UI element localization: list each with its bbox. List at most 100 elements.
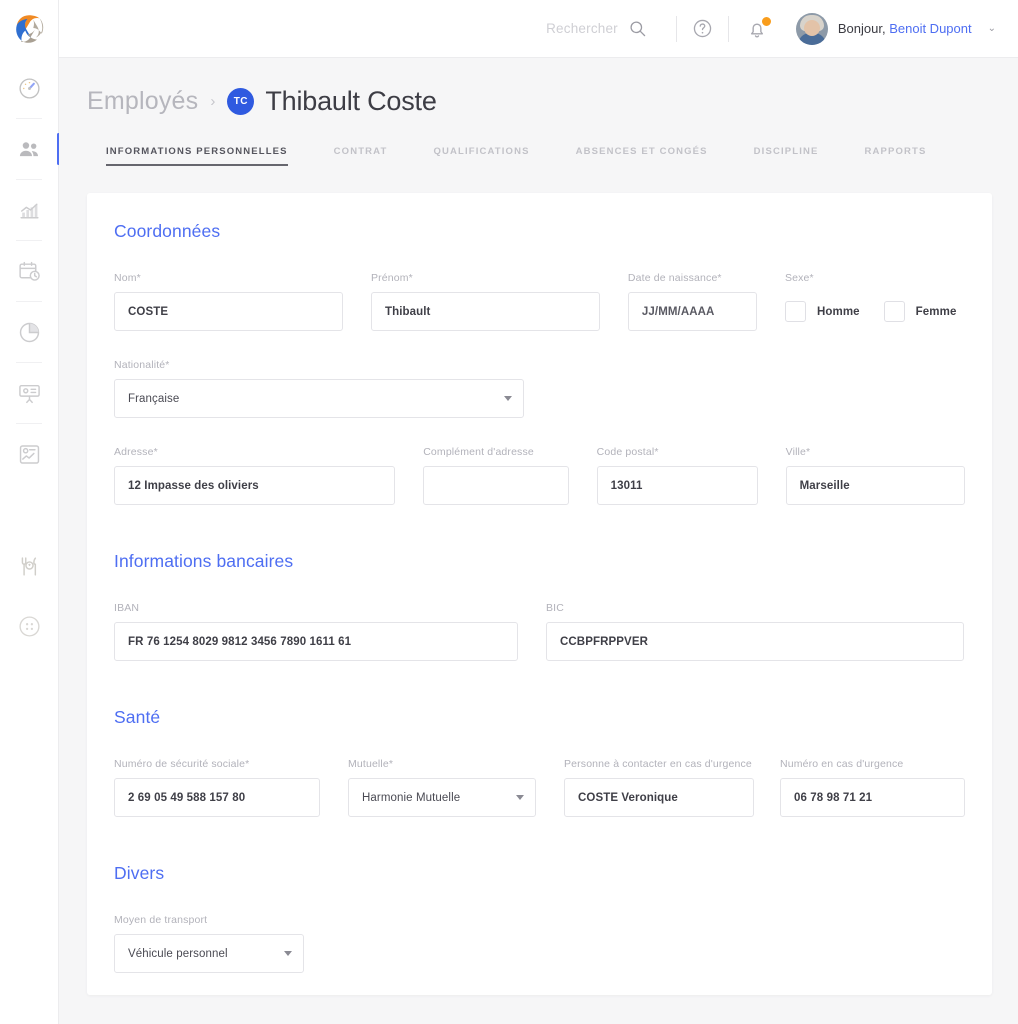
input-date-naissance[interactable]: JJ/MM/AAAA — [627, 292, 757, 331]
label-code-postal: Code postal* — [596, 446, 659, 458]
input-personne-urgence[interactable]: COSTE Veronique — [564, 778, 754, 817]
field-adresse: Adresse* 12 Impasse des oliviers — [114, 446, 396, 505]
sidebar-item-analytics[interactable] — [0, 180, 59, 240]
divider — [727, 15, 729, 42]
input-nom[interactable]: COSTE — [114, 292, 343, 331]
tab-absences-et-conges[interactable]: Absences et congés — [576, 146, 708, 166]
label-mutuelle: Mutuelle* — [348, 758, 394, 770]
input-iban[interactable]: FR 76 1254 8029 9812 3456 7890 1611 61 — [114, 622, 518, 661]
form-row: IBAN FR 76 1254 8029 9812 3456 7890 1611… — [114, 602, 965, 661]
user-menu[interactable]: Bonjour, Benoit Dupont ⌄ — [795, 12, 996, 45]
tab-contrat[interactable]: Contrat — [334, 146, 388, 166]
sidebar-item-restaurant[interactable] — [0, 536, 59, 596]
employees-people-icon — [19, 141, 39, 156]
field-sexe: Sexe* Homme Femme — [784, 272, 965, 331]
chevron-down-icon — [516, 795, 524, 800]
label-numero-securite-sociale: Numéro de sécurité sociale* — [114, 758, 250, 770]
form-row: Nationalité* Française — [114, 359, 965, 418]
input-bic[interactable]: CCBPFRPPVER — [546, 622, 964, 661]
sidebar-item-dashboard[interactable] — [0, 58, 59, 118]
label-iban: IBAN — [114, 602, 140, 614]
checkbox-homme-box[interactable] — [784, 301, 806, 322]
field-numero-securite-sociale: Numéro de sécurité sociale* 2 69 05 49 5… — [114, 758, 320, 817]
field-complement-adresse: Complément d'adresse — [423, 446, 569, 505]
form-row: Moyen de transport Véhicule personnel — [114, 914, 965, 973]
greeting-label: Bonjour, — [837, 21, 886, 36]
sidebar-item-apps[interactable] — [0, 596, 59, 656]
top-bar-actions: Rechercher Bonjour, Benoit Dupont ⌄ — [546, 0, 1018, 58]
top-bar: Rechercher Bonjour, Benoit Dupont ⌄ — [0, 0, 1018, 58]
sidebar-item-employees[interactable] — [0, 119, 60, 179]
label-bic: BIC — [546, 602, 564, 614]
select-moyen-transport[interactable]: Véhicule personnel — [114, 934, 304, 973]
section-title-sante: Santé — [114, 707, 161, 727]
input-complement-adresse[interactable] — [423, 466, 569, 505]
checkbox-femme-box[interactable] — [883, 301, 905, 322]
field-nationalite: Nationalité* Française — [114, 359, 524, 418]
input-code-postal[interactable]: 13011 — [596, 466, 758, 505]
company-logo — [16, 14, 44, 43]
employee-form-card: Coordonnées Nom* COSTE Prénom* Thibault … — [87, 193, 992, 995]
apps-grid-icon — [19, 615, 40, 637]
avatar — [795, 12, 828, 45]
breadcrumb: Employés › TC Thibault Coste — [59, 58, 1018, 116]
analytics-bar-chart-icon — [20, 203, 39, 219]
checkbox-femme[interactable]: Femme — [883, 301, 957, 322]
tab-discipline[interactable]: Discipline — [754, 146, 819, 166]
section-sante: Santé Numéro de sécurité sociale* 2 69 0… — [114, 707, 965, 817]
form-row: Nom* COSTE Prénom* Thibault Date de nais… — [114, 272, 965, 331]
form-row: Numéro de sécurité sociale* 2 69 05 49 5… — [114, 758, 965, 817]
field-ville: Ville* Marseille — [785, 446, 966, 505]
search-input[interactable]: Rechercher — [546, 21, 618, 36]
select-mutuelle-value: Harmonie Mutuelle — [362, 791, 461, 804]
select-nationalite[interactable]: Française — [114, 379, 524, 418]
search-box[interactable]: Rechercher — [546, 19, 647, 38]
page-content: Employés › TC Thibault Coste Information… — [59, 58, 1018, 1024]
field-nom: Nom* COSTE — [114, 272, 343, 331]
sexe-checkbox-group: Homme Femme — [784, 292, 965, 331]
input-numero-urgence[interactable]: 06 78 98 71 21 — [780, 778, 965, 817]
sidebar — [0, 58, 60, 1024]
tab-rapports[interactable]: Rapports — [864, 146, 926, 166]
sidebar-item-pie[interactable] — [0, 302, 59, 362]
select-mutuelle[interactable]: Harmonie Mutuelle — [348, 778, 536, 817]
pie-chart-icon — [19, 322, 40, 342]
presentation-screen-icon — [19, 384, 40, 403]
sidebar-item-reports[interactable] — [0, 424, 59, 484]
checkbox-homme[interactable]: Homme — [784, 301, 860, 322]
divider — [675, 15, 677, 42]
greeting-text: Bonjour, Benoit Dupont — [838, 21, 972, 36]
input-prenom[interactable]: Thibault — [370, 292, 600, 331]
label-moyen-transport: Moyen de transport — [114, 914, 208, 926]
search-icon[interactable] — [628, 19, 647, 38]
logo-cell[interactable] — [0, 0, 59, 58]
tab-qualifications[interactable]: Qualifications — [433, 146, 529, 166]
field-moyen-transport: Moyen de transport Véhicule personnel — [114, 914, 304, 973]
chevron-down-icon — [284, 951, 292, 956]
checkbox-femme-label: Femme — [915, 305, 957, 318]
chevron-down-icon[interactable]: ⌄ — [988, 23, 996, 34]
input-numero-securite-sociale[interactable]: 2 69 05 49 588 157 80 — [114, 778, 320, 817]
help-circle-icon[interactable] — [692, 18, 713, 39]
input-ville[interactable]: Marseille — [785, 466, 966, 505]
employee-initials-badge: TC — [227, 87, 255, 115]
notifications-button[interactable] — [746, 15, 772, 40]
restaurant-cutlery-icon — [21, 556, 37, 576]
field-personne-urgence: Personne à contacter en cas d'urgence CO… — [564, 758, 754, 817]
user-name[interactable]: Benoit Dupont — [889, 21, 971, 36]
section-title-divers: Divers — [114, 863, 165, 883]
tab-informations-personnelles[interactable]: Informations personnelles — [106, 146, 288, 166]
field-date-naissance: Date de naissance* JJ/MM/AAAA — [627, 272, 757, 331]
section-coordonnees: Coordonnées Nom* COSTE Prénom* Thibault … — [114, 221, 966, 505]
breadcrumb-separator: › — [210, 92, 216, 110]
sidebar-item-presentation[interactable] — [0, 363, 59, 423]
planning-calendar-clock-icon — [19, 261, 40, 281]
field-iban: IBAN FR 76 1254 8029 9812 3456 7890 1611… — [114, 602, 518, 661]
tab-bar: Informations personnelles Contrat Qualif… — [59, 134, 1018, 166]
sidebar-item-planning[interactable] — [0, 241, 59, 301]
chevron-down-icon — [504, 396, 512, 401]
input-adresse[interactable]: 12 Impasse des oliviers — [114, 466, 396, 505]
field-numero-urgence: Numéro en cas d'urgence 06 78 98 71 21 — [780, 758, 965, 817]
select-nationalite-value: Française — [128, 392, 180, 405]
breadcrumb-parent[interactable]: Employés — [87, 87, 198, 116]
